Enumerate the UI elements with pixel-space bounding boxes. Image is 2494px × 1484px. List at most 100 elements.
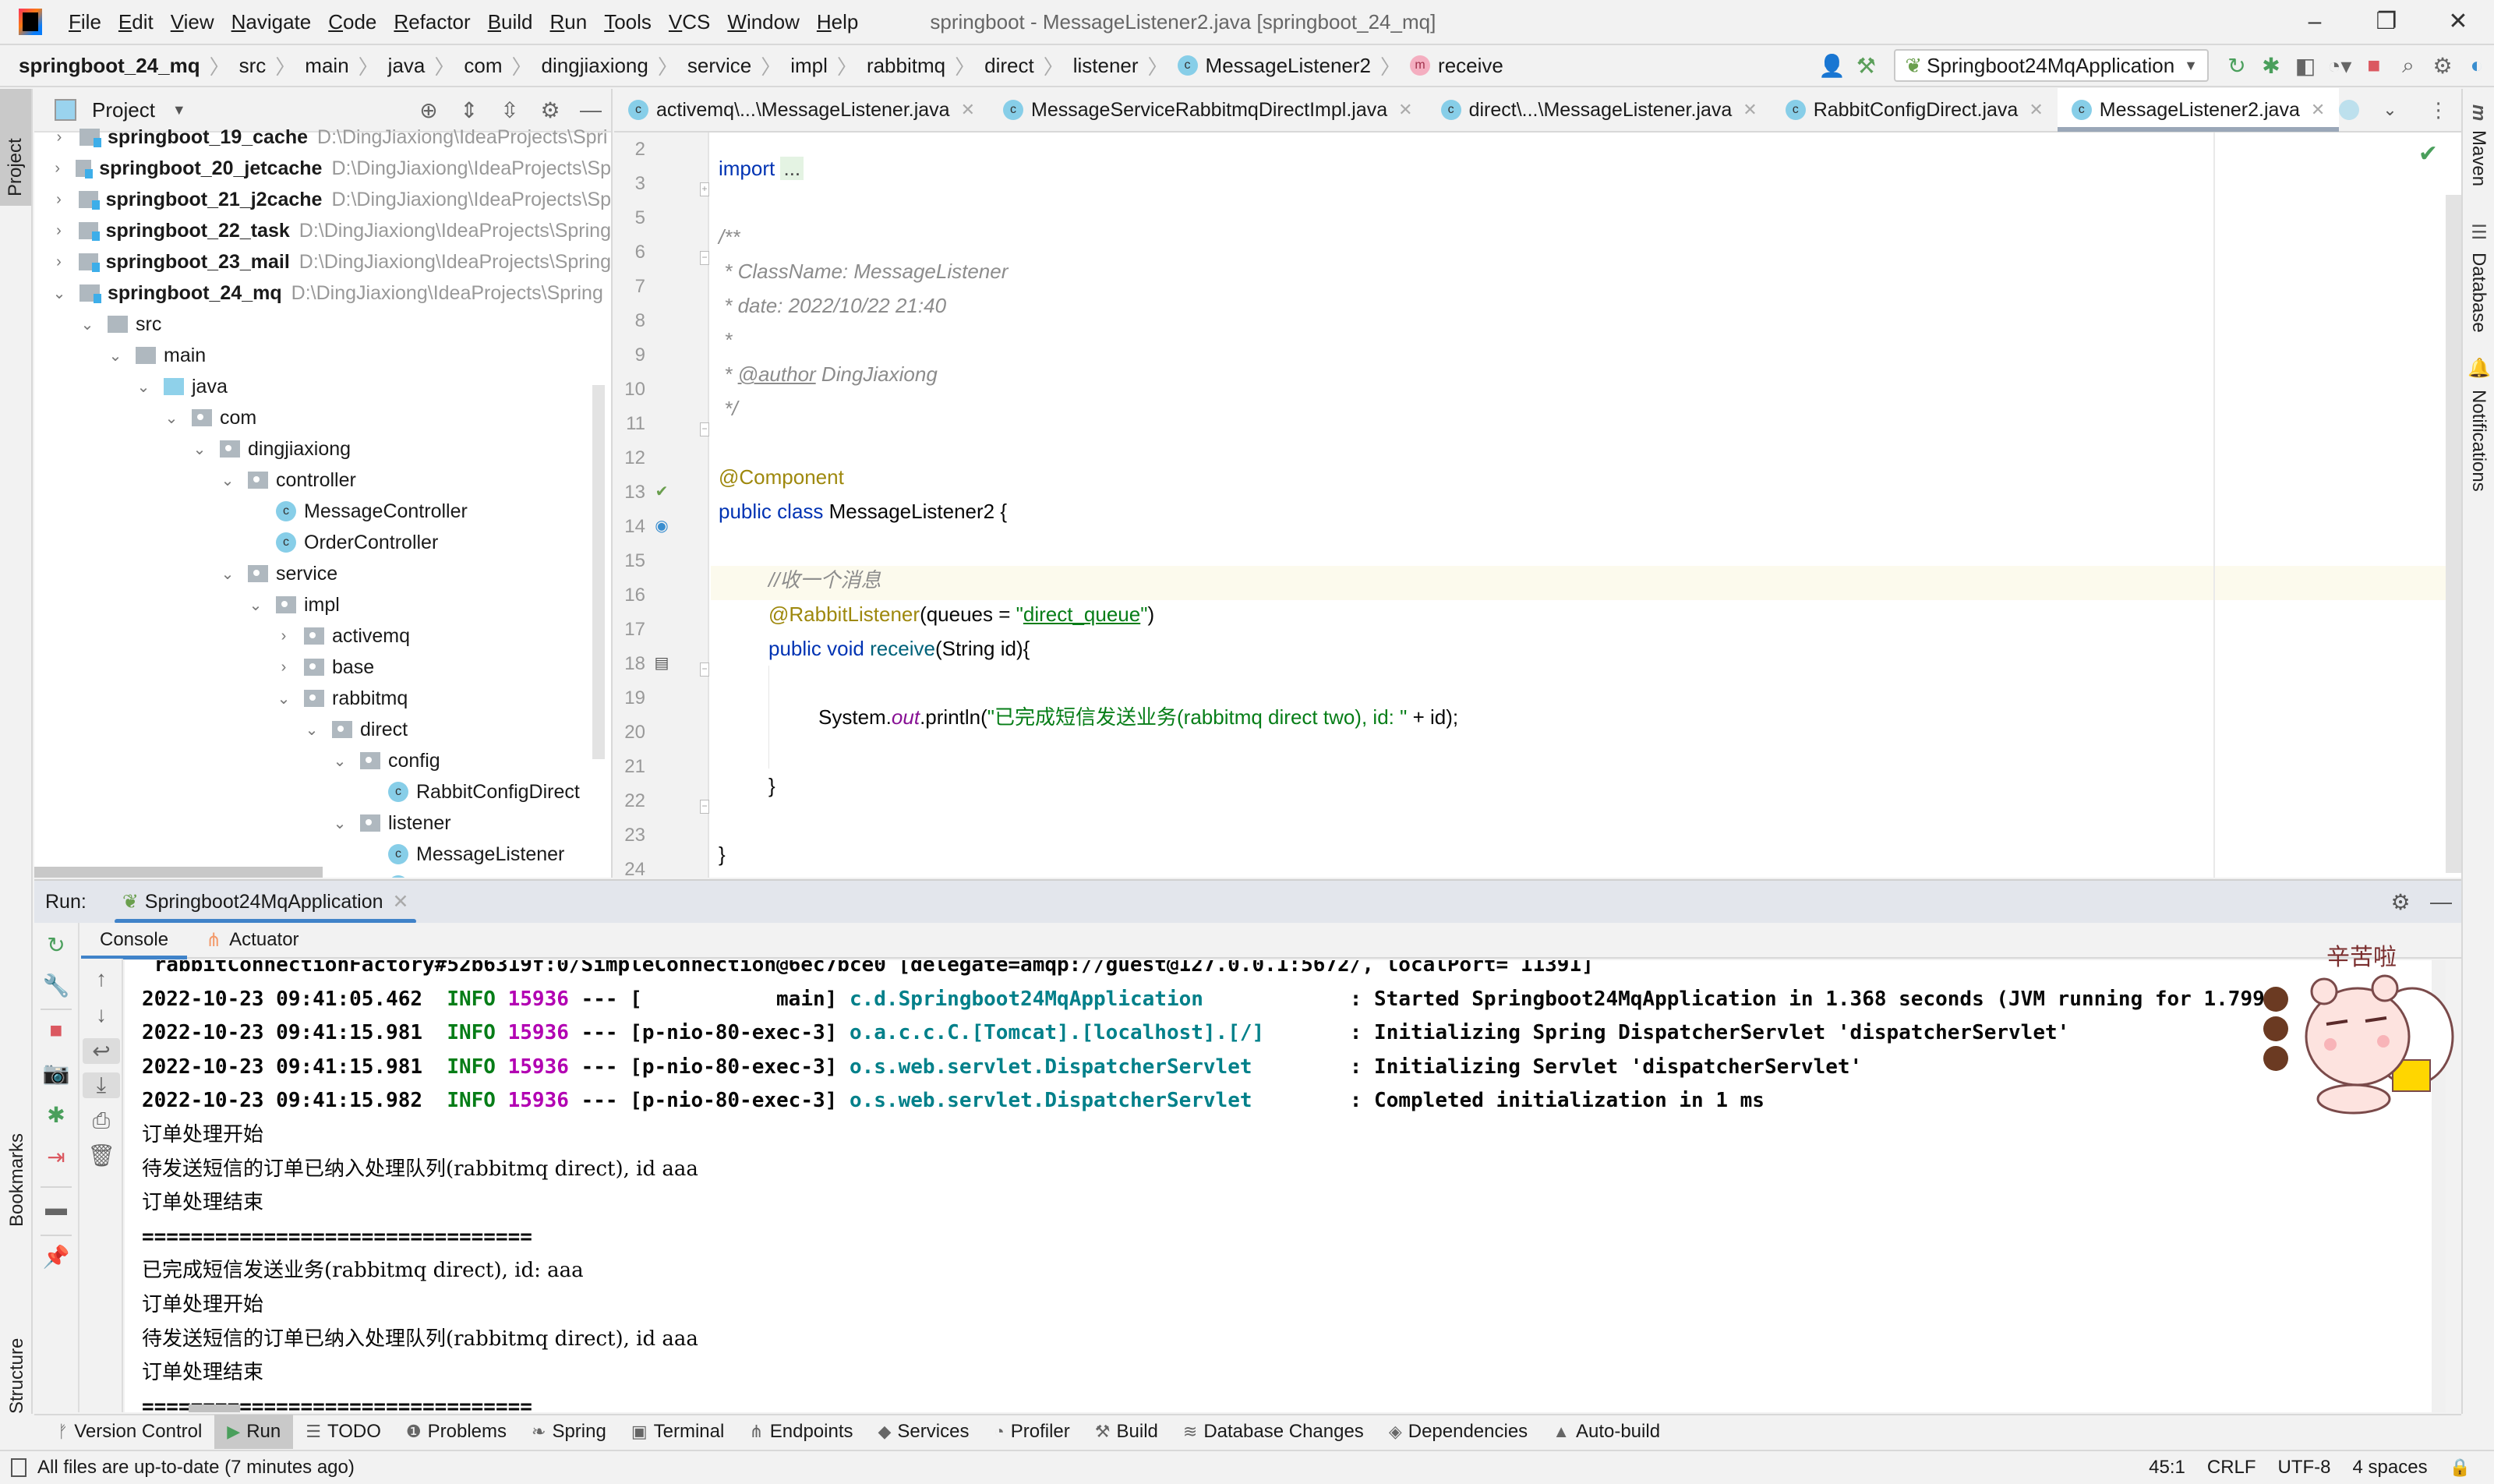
line-separator[interactable]: CRLF <box>2207 1457 2256 1479</box>
tree-item[interactable]: c RabbitConfigDirect <box>34 776 611 807</box>
status-toggle-icon[interactable] <box>11 1458 26 1477</box>
chevron-down-icon[interactable]: ⌄ <box>51 284 67 303</box>
clear-trash-icon[interactable]: 🗑 <box>79 1143 123 1168</box>
tree-item[interactable]: › springboot_22_task D:\DingJiaxiong\IdeaP… <box>34 215 611 246</box>
collapse-all-icon[interactable]: ⇳ <box>489 97 530 123</box>
tree-item[interactable]: c MessageListener <box>34 839 611 870</box>
tool-tab-structure[interactable]: Structure <box>6 1289 28 1414</box>
line-number[interactable]: 17 <box>614 619 645 641</box>
tree-item[interactable]: › springboot_20_jetcache D:\DingJiaxiong\I… <box>34 153 611 184</box>
dump-threads-camera-icon[interactable]: 📷 <box>34 1060 78 1086</box>
fold-collapse-icon[interactable]: − <box>700 422 709 436</box>
tool-tab-maven[interactable]: m Maven <box>2468 104 2489 186</box>
tree-item[interactable]: › springboot_19_cache D:\DingJiaxiong\Idea… <box>34 122 611 153</box>
lock-icon[interactable]: 🔒 <box>2450 1458 2471 1478</box>
soft-wrap-icon[interactable]: ↩ <box>83 1038 120 1064</box>
line-number[interactable]: 2 <box>614 139 645 161</box>
line-number[interactable]: 12 <box>614 447 645 469</box>
coverage-icon[interactable]: ◧ <box>2288 53 2323 79</box>
editor-tab[interactable]: c RabbitConfigDirect.java ✕ <box>1772 88 2058 132</box>
line-number[interactable]: 8 <box>614 310 645 332</box>
tool-window-terminal[interactable]: ▣ Terminal <box>619 1415 737 1449</box>
chevron-right-icon[interactable]: › <box>276 659 291 677</box>
chevron-down-icon[interactable]: ⌄ <box>164 408 179 428</box>
tool-tab-database[interactable]: ☰ Database <box>2468 221 2489 333</box>
line-number[interactable]: 16 <box>614 585 645 606</box>
print-icon[interactable]: ⎙ <box>79 1108 123 1134</box>
spring-class-gutter-icon[interactable]: ◉ <box>652 516 672 536</box>
tree-item[interactable]: ⌄ src <box>34 309 611 340</box>
rerun-icon[interactable]: ↻ <box>34 932 78 958</box>
tool-window-services[interactable]: ◆ Services <box>866 1415 982 1449</box>
breadcrumb-dingjiaxiong[interactable]: dingjiaxiong <box>542 54 648 78</box>
chevron-down-icon[interactable]: ▼ <box>172 102 186 118</box>
breadcrumb-method[interactable]: m receive <box>1410 54 1503 78</box>
build-hammer-icon[interactable]: ⚒ <box>1849 53 1883 79</box>
tree-item[interactable]: › springboot_21_j2cache D:\DingJiaxiong\Id… <box>34 184 611 215</box>
tree-item[interactable]: ⌄ springboot_24_mq D:\DingJiaxiong\IdeaPro… <box>34 277 611 309</box>
more-options-icon[interactable]: ⋮ <box>2429 98 2449 122</box>
close-tab-icon[interactable]: ✕ <box>1398 100 1412 120</box>
breadcrumb-java[interactable]: java <box>388 54 426 78</box>
folded-imports[interactable]: ... <box>780 157 804 180</box>
menu-run[interactable]: Run <box>550 10 588 34</box>
menu-build[interactable]: Build <box>488 10 533 34</box>
restore-button[interactable]: ❐ <box>2351 0 2422 44</box>
menu-edit[interactable]: Edit <box>118 10 154 34</box>
run-configuration-select[interactable]: ❦ Springboot24MqApplication ▼ <box>1894 49 2209 82</box>
run-tab[interactable]: ❦ Springboot24MqApplication ✕ <box>114 880 417 924</box>
line-number[interactable]: 7 <box>614 276 645 298</box>
line-number[interactable]: 22 <box>614 790 645 812</box>
menu-code[interactable]: Code <box>328 10 376 34</box>
tool-window-database-changes[interactable]: ≋ Database Changes <box>1171 1415 1376 1449</box>
stop-icon[interactable]: ■ <box>34 1018 78 1043</box>
scroll-to-end-icon[interactable]: ⤓ <box>83 1072 120 1098</box>
line-number[interactable]: 20 <box>614 722 645 744</box>
tree-item[interactable]: c OrderController <box>34 527 611 558</box>
chevron-down-icon[interactable]: ⌄ <box>136 377 151 397</box>
locate-file-icon[interactable]: ⊕ <box>408 97 449 123</box>
arrow-up-icon[interactable]: ↑ <box>79 966 123 991</box>
chevron-right-icon[interactable]: › <box>51 129 67 147</box>
close-tab-icon[interactable]: ✕ <box>393 890 409 913</box>
tree-item[interactable]: ⌄ service <box>34 558 611 589</box>
editor-tab-active[interactable]: c MessageListener2.java ✕ <box>2057 88 2340 132</box>
line-number[interactable]: 3 <box>614 173 645 195</box>
edit-configuration-wrench-icon[interactable]: 🔧 <box>34 973 78 998</box>
tool-window-run[interactable]: ▶ Run <box>214 1415 294 1449</box>
tool-tab-notifications[interactable]: 🔔 Notifications <box>2468 358 2489 492</box>
breadcrumb-impl[interactable]: impl <box>790 54 828 78</box>
indent-setting[interactable]: 4 spaces <box>2353 1457 2428 1479</box>
close-tab-icon[interactable]: ✕ <box>2029 100 2043 120</box>
breadcrumb-module[interactable]: springboot_24_mq <box>19 54 200 78</box>
tree-item[interactable]: › activemq <box>34 620 611 652</box>
chevron-down-icon[interactable]: ⌄ <box>332 814 348 833</box>
menu-navigate[interactable]: Navigate <box>231 10 312 34</box>
breadcrumb-rabbitmq[interactable]: rabbitmq <box>867 54 945 78</box>
project-vertical-scrollbar[interactable] <box>592 385 605 759</box>
line-number[interactable]: 15 <box>614 550 645 572</box>
chevron-right-icon[interactable]: › <box>276 627 291 645</box>
chevron-down-icon[interactable]: ⌄ <box>220 564 235 584</box>
close-tab-icon[interactable]: ✕ <box>961 100 975 120</box>
profile-icon[interactable]: ◔▾ <box>2323 53 2357 79</box>
tool-window-build[interactable]: ⚒ Build <box>1083 1415 1171 1449</box>
close-tab-icon[interactable]: ✕ <box>1743 100 1757 120</box>
tree-item[interactable]: › base <box>34 652 611 683</box>
line-number[interactable]: 18 <box>614 653 645 675</box>
console-output[interactable]: rabbitConnectionFactory#52b6319f:0/Simpl… <box>125 960 2446 1412</box>
spring-bean-gutter-icon[interactable]: ✔ <box>652 482 672 502</box>
chevron-down-icon[interactable]: ⌄ <box>220 471 235 490</box>
menu-vcs[interactable]: VCS <box>669 10 710 34</box>
hide-panel-icon[interactable]: — <box>2421 889 2461 915</box>
tree-item[interactable]: ⌄ java <box>34 371 611 402</box>
caret-position[interactable]: 45:1 <box>2149 1457 2185 1479</box>
tree-item[interactable]: ⌄ controller <box>34 465 611 496</box>
user-icon[interactable]: 👤 <box>1814 53 1849 79</box>
menu-file[interactable]: File <box>69 10 101 34</box>
editor-vertical-scrollbar[interactable] <box>2446 195 2461 873</box>
close-button[interactable]: ✕ <box>2422 0 2494 44</box>
layout-icon[interactable]: ▬ <box>34 1196 78 1221</box>
attach-debugger-icon[interactable]: ✱ <box>34 1102 78 1128</box>
pin-icon[interactable]: 📌 <box>34 1244 78 1270</box>
